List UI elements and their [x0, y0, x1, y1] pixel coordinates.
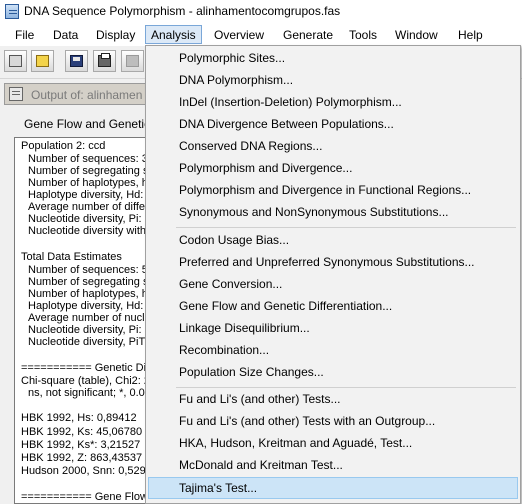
menu-item-codon-usage-bias[interactable]: Codon Usage Bias...	[179, 229, 289, 251]
output-heading: Gene Flow and Genetic	[24, 117, 151, 131]
print-button[interactable]	[93, 50, 116, 72]
menu-item-hka-test[interactable]: HKA, Hudson, Kreitman and Aguadé, Test..…	[179, 432, 412, 454]
menu-item-tajimas-test[interactable]: Tajima's Test...	[148, 477, 518, 499]
analysis-menu: Polymorphic Sites... DNA Polymorphism...…	[145, 45, 521, 504]
output-window-title: Output of: alinhamen	[31, 88, 143, 102]
output-line: Total Data Estimates	[21, 251, 122, 263]
menu-item-indel-polymorphism[interactable]: InDel (Insertion-Deletion) Polymorphism.…	[179, 91, 402, 113]
output-line: HBK 1992, Ks*: 3,21527	[21, 439, 141, 451]
open-folder-button[interactable]	[31, 50, 54, 72]
output-line: =========== Gene Flow	[21, 491, 148, 503]
menu-item-fu-li-tests-outgroup[interactable]: Fu and Li's (and other) Tests with an Ou…	[179, 410, 435, 432]
menu-item-gene-flow[interactable]: Gene Flow and Genetic Differentiation...	[179, 295, 392, 317]
menu-item-preferred-unpreferred[interactable]: Preferred and Unpreferred Synonymous Sub…	[179, 251, 475, 273]
output-line: HBK 1992, Ks: 45,06780	[21, 426, 143, 438]
menu-data[interactable]: Data	[53, 27, 78, 43]
disabled-tool-icon	[126, 55, 139, 67]
menu-analysis[interactable]: Analysis	[145, 25, 202, 44]
output-line: ns, not significant; *, 0.0	[28, 387, 145, 399]
output-line: Haplotype diversity, Hd:	[28, 300, 144, 312]
output-line: Number of haplotypes, h	[28, 288, 148, 300]
menu-item-gene-conversion[interactable]: Gene Conversion...	[179, 273, 282, 295]
output-line: Number of segregating s	[28, 165, 149, 177]
menu-item-tajimas-test-label: Tajima's Test...	[179, 481, 258, 495]
output-line: Number of sequences: 3	[28, 153, 148, 165]
print-icon	[98, 53, 111, 67]
menu-generate[interactable]: Generate	[283, 27, 333, 43]
menu-item-fu-li-tests[interactable]: Fu and Li's (and other) Tests...	[179, 388, 340, 410]
menu-help[interactable]: Help	[458, 27, 483, 43]
open-file-button[interactable]	[4, 50, 27, 72]
menu-display[interactable]: Display	[96, 27, 135, 43]
menu-item-recombination[interactable]: Recombination...	[179, 339, 269, 361]
output-line: Chi-square (table), Chi2: 2	[21, 375, 151, 387]
open-file-icon	[9, 55, 22, 67]
output-line: Average number of nucle	[28, 312, 151, 324]
menu-item-dna-polymorphism[interactable]: DNA Polymorphism...	[179, 69, 293, 91]
menu-item-conserved-regions[interactable]: Conserved DNA Regions...	[179, 135, 322, 157]
menu-window[interactable]: Window	[395, 27, 438, 43]
save-icon	[70, 55, 83, 67]
output-window-title-bar[interactable]: Output of: alinhamen	[4, 83, 164, 105]
output-line: Haplotype diversity, Hd:	[28, 189, 144, 201]
output-line: Nucleotide diversity with	[28, 225, 146, 237]
output-line: Hudson 2000, Snn: 0,529	[21, 465, 146, 477]
save-button[interactable]	[65, 50, 88, 72]
menu-item-polymorphism-divergence-functional[interactable]: Polymorphism and Divergence in Functiona…	[179, 179, 471, 201]
menu-overview[interactable]: Overview	[214, 27, 264, 43]
output-line: HBK 1992, Hs: 0,89412	[21, 412, 137, 424]
menu-item-polymorphism-divergence[interactable]: Polymorphism and Divergence...	[179, 157, 352, 179]
menu-item-mcdonald-kreitman[interactable]: McDonald and Kreitman Test...	[179, 454, 343, 476]
menu-tools[interactable]: Tools	[349, 27, 377, 43]
output-line: Nucleotide diversity, Pi:	[28, 324, 142, 336]
output-line: Average number of differ	[28, 201, 149, 213]
output-line: Number of haplotypes, h	[28, 177, 148, 189]
folder-icon	[36, 55, 49, 67]
output-line: Nucleotide diversity, PiT	[28, 336, 146, 348]
title-bar: DNA Sequence Polymorphism - alinhamentoc…	[0, 0, 522, 24]
menu-item-polymorphic-sites[interactable]: Polymorphic Sites...	[179, 47, 285, 69]
window-title: DNA Sequence Polymorphism - alinhamentoc…	[24, 4, 341, 18]
output-line: HBK 1992, Z: 863,43537	[21, 452, 143, 464]
menu-item-syn-nonsyn-substitutions[interactable]: Synonymous and NonSynonymous Substitutio…	[179, 201, 448, 223]
disabled-tool-button[interactable]	[121, 50, 144, 72]
menu-item-population-size-changes[interactable]: Population Size Changes...	[179, 361, 324, 383]
output-line: Number of segregating s	[28, 276, 149, 288]
menu-separator	[176, 227, 516, 228]
output-line: Number of sequences: 5	[28, 264, 148, 276]
output-line: Population 2: ccd	[21, 140, 106, 152]
menu-item-dna-divergence[interactable]: DNA Divergence Between Populations...	[179, 113, 394, 135]
menu-item-linkage-disequilibrium[interactable]: Linkage Disequilibrium...	[179, 317, 310, 339]
app-icon[interactable]	[5, 4, 19, 19]
output-line: Nucleotide diversity, Pi: 0	[28, 213, 151, 225]
output-text-area[interactable]: Population 2: ccd Number of sequences: 3…	[14, 137, 164, 504]
output-line: =========== Genetic Dif	[21, 362, 150, 374]
document-icon	[9, 87, 23, 101]
menu-file[interactable]: File	[15, 27, 34, 43]
menu-bar: File Data Display Analysis Overview Gene…	[0, 24, 522, 46]
